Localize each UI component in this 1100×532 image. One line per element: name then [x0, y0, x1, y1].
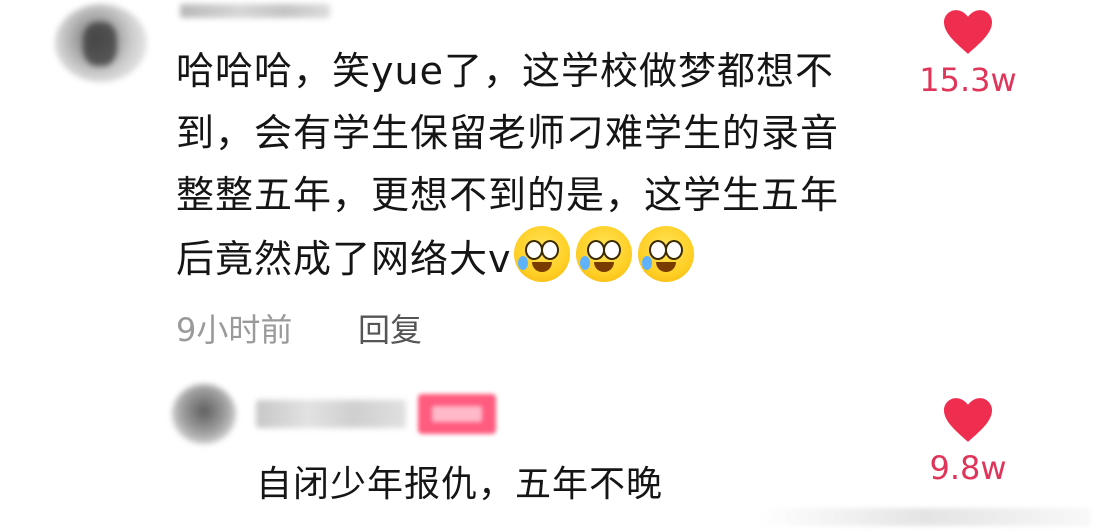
comment-body: 哈哈哈，笑yue了，这学校做梦都想不 到，会有学生保留老师刁难学生的录音 整整五…: [176, 49, 840, 281]
reply-button[interactable]: 回复: [358, 305, 422, 351]
laugh-cry-emoji: [513, 226, 570, 282]
heart-icon[interactable]: [941, 8, 995, 56]
replier-avatar[interactable]: [172, 384, 236, 444]
like-count: 9.8w: [929, 449, 1007, 487]
heart-icon[interactable]: [941, 396, 995, 444]
commenter-name-blurred[interactable]: [180, 4, 330, 18]
like-count: 15.3w: [919, 61, 1017, 99]
comment-timestamp: 9小时前: [176, 311, 293, 349]
laugh-cry-emoji: [637, 226, 694, 282]
emoji-group: [513, 226, 694, 282]
reply-text: 自闭少年报仇，五年不晚: [256, 464, 664, 505]
comment-text: 哈哈哈，笑yue了，这学校做梦都想不 到，会有学生保留老师刁难学生的录音 整整五…: [176, 40, 906, 290]
author-badge: [418, 394, 496, 434]
laugh-cry-emoji: [575, 226, 632, 282]
replier-name-blurred[interactable]: [256, 400, 406, 428]
comment-like[interactable]: 15.3w: [908, 8, 1028, 100]
reply-like[interactable]: 9.8w: [908, 396, 1028, 488]
watermark: [760, 508, 1090, 526]
commenter-avatar[interactable]: [55, 4, 147, 82]
